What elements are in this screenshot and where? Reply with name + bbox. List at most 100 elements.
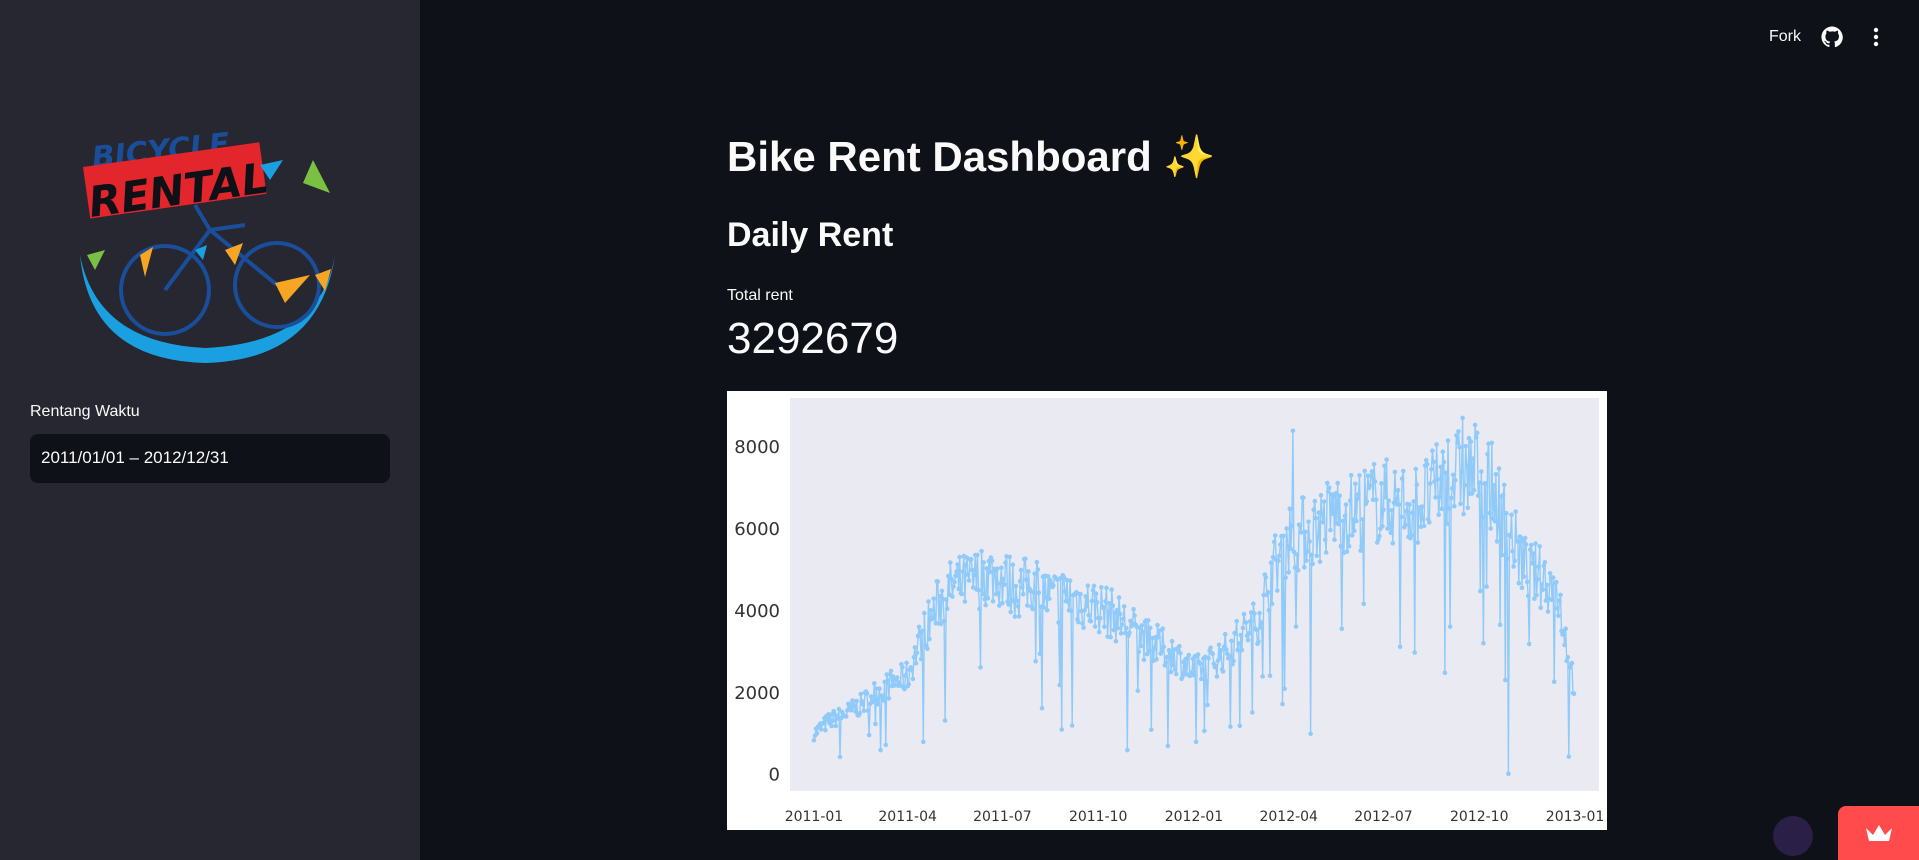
data-point bbox=[1277, 553, 1282, 558]
data-point bbox=[1383, 494, 1388, 500]
data-point bbox=[1563, 626, 1568, 631]
data-point bbox=[1067, 578, 1073, 583]
data-point bbox=[1102, 624, 1107, 630]
fork-button[interactable]: Fork bbox=[1769, 28, 1801, 46]
data-point bbox=[1519, 585, 1525, 591]
data-point bbox=[1333, 491, 1338, 496]
data-point bbox=[1355, 496, 1360, 501]
data-point bbox=[1280, 701, 1285, 707]
date-range-input[interactable]: 2011/01/01 – 2012/12/31 bbox=[30, 434, 390, 483]
data-point bbox=[1430, 448, 1435, 453]
data-point bbox=[1500, 492, 1506, 498]
data-point bbox=[1062, 589, 1068, 594]
data-point bbox=[1000, 600, 1005, 606]
data-point bbox=[927, 636, 932, 642]
data-point bbox=[1094, 599, 1100, 605]
data-point bbox=[1247, 619, 1253, 624]
streamlit-crown-button[interactable] bbox=[1838, 806, 1919, 860]
data-point bbox=[984, 566, 990, 571]
data-point bbox=[1114, 607, 1120, 613]
more-menu-icon[interactable] bbox=[1863, 24, 1889, 50]
github-icon[interactable] bbox=[1819, 24, 1845, 50]
data-point bbox=[1161, 644, 1167, 650]
data-point bbox=[1139, 623, 1145, 628]
data-point bbox=[1473, 435, 1479, 440]
data-point bbox=[1539, 582, 1544, 587]
data-point bbox=[1238, 632, 1244, 638]
data-point bbox=[1399, 476, 1405, 481]
data-point bbox=[1461, 511, 1466, 517]
data-point bbox=[1318, 492, 1324, 498]
data-point bbox=[1304, 558, 1309, 563]
data-point bbox=[1235, 647, 1240, 653]
data-point bbox=[1508, 534, 1513, 539]
data-point bbox=[1001, 576, 1006, 582]
data-point bbox=[1017, 579, 1023, 584]
data-point bbox=[1346, 544, 1352, 549]
data-point bbox=[1289, 523, 1295, 529]
section-title: Daily Rent bbox=[727, 216, 894, 254]
data-point bbox=[1401, 468, 1406, 474]
x-tick-label: 2011-04 bbox=[878, 809, 937, 825]
data-point bbox=[1571, 691, 1577, 696]
data-point bbox=[1462, 482, 1467, 488]
data-point bbox=[1390, 540, 1396, 546]
data-point bbox=[890, 674, 896, 679]
data-point bbox=[962, 599, 968, 604]
data-point bbox=[1186, 652, 1192, 658]
data-point bbox=[1234, 618, 1239, 624]
data-point bbox=[903, 673, 908, 678]
data-point bbox=[1337, 493, 1342, 498]
data-point bbox=[1195, 652, 1201, 657]
data-point bbox=[987, 569, 993, 575]
data-point bbox=[1437, 494, 1442, 500]
data-point bbox=[1551, 679, 1557, 684]
app-status-bubble[interactable] bbox=[1773, 816, 1813, 856]
data-point bbox=[1427, 520, 1432, 525]
data-point bbox=[1338, 543, 1344, 549]
data-point bbox=[1131, 607, 1136, 612]
data-point bbox=[1382, 463, 1387, 469]
data-point bbox=[1480, 515, 1485, 520]
data-point bbox=[943, 597, 949, 602]
data-point bbox=[1088, 619, 1094, 624]
data-point bbox=[1335, 480, 1340, 486]
data-point bbox=[1367, 483, 1373, 488]
data-point bbox=[1295, 568, 1301, 573]
data-point bbox=[1495, 523, 1501, 529]
data-point bbox=[1536, 564, 1541, 570]
data-point bbox=[1174, 671, 1179, 677]
data-point bbox=[866, 732, 872, 738]
data-point bbox=[975, 552, 980, 558]
data-point bbox=[1229, 638, 1234, 644]
data-point bbox=[1566, 754, 1572, 759]
data-point bbox=[1352, 528, 1357, 534]
data-point bbox=[1178, 651, 1183, 656]
data-point bbox=[1377, 534, 1382, 539]
data-point bbox=[1516, 580, 1522, 586]
data-point bbox=[1387, 521, 1392, 527]
data-point bbox=[1344, 549, 1350, 554]
data-point bbox=[995, 591, 1001, 596]
data-point bbox=[1305, 548, 1310, 554]
date-range-label: Rentang Waktu bbox=[30, 403, 140, 420]
data-point bbox=[998, 581, 1003, 586]
data-point bbox=[1167, 650, 1173, 656]
data-point bbox=[1056, 620, 1061, 625]
data-point bbox=[1165, 743, 1171, 749]
data-point bbox=[1407, 502, 1412, 507]
data-point bbox=[1411, 499, 1416, 504]
data-point bbox=[1431, 459, 1436, 465]
data-point bbox=[969, 567, 975, 573]
data-point bbox=[1372, 479, 1378, 484]
data-point bbox=[1328, 527, 1333, 533]
data-point bbox=[1440, 449, 1446, 454]
data-point bbox=[1210, 651, 1215, 657]
data-point bbox=[919, 628, 925, 634]
data-point bbox=[1124, 625, 1129, 631]
data-point bbox=[1535, 577, 1540, 582]
data-point bbox=[1562, 642, 1567, 648]
data-point bbox=[1031, 589, 1036, 595]
daily-rent-chart: 0 2000 4000 6000 8000 2011-01 2011-04 2011-07 20… bbox=[727, 391, 1607, 830]
data-point bbox=[1163, 660, 1169, 665]
